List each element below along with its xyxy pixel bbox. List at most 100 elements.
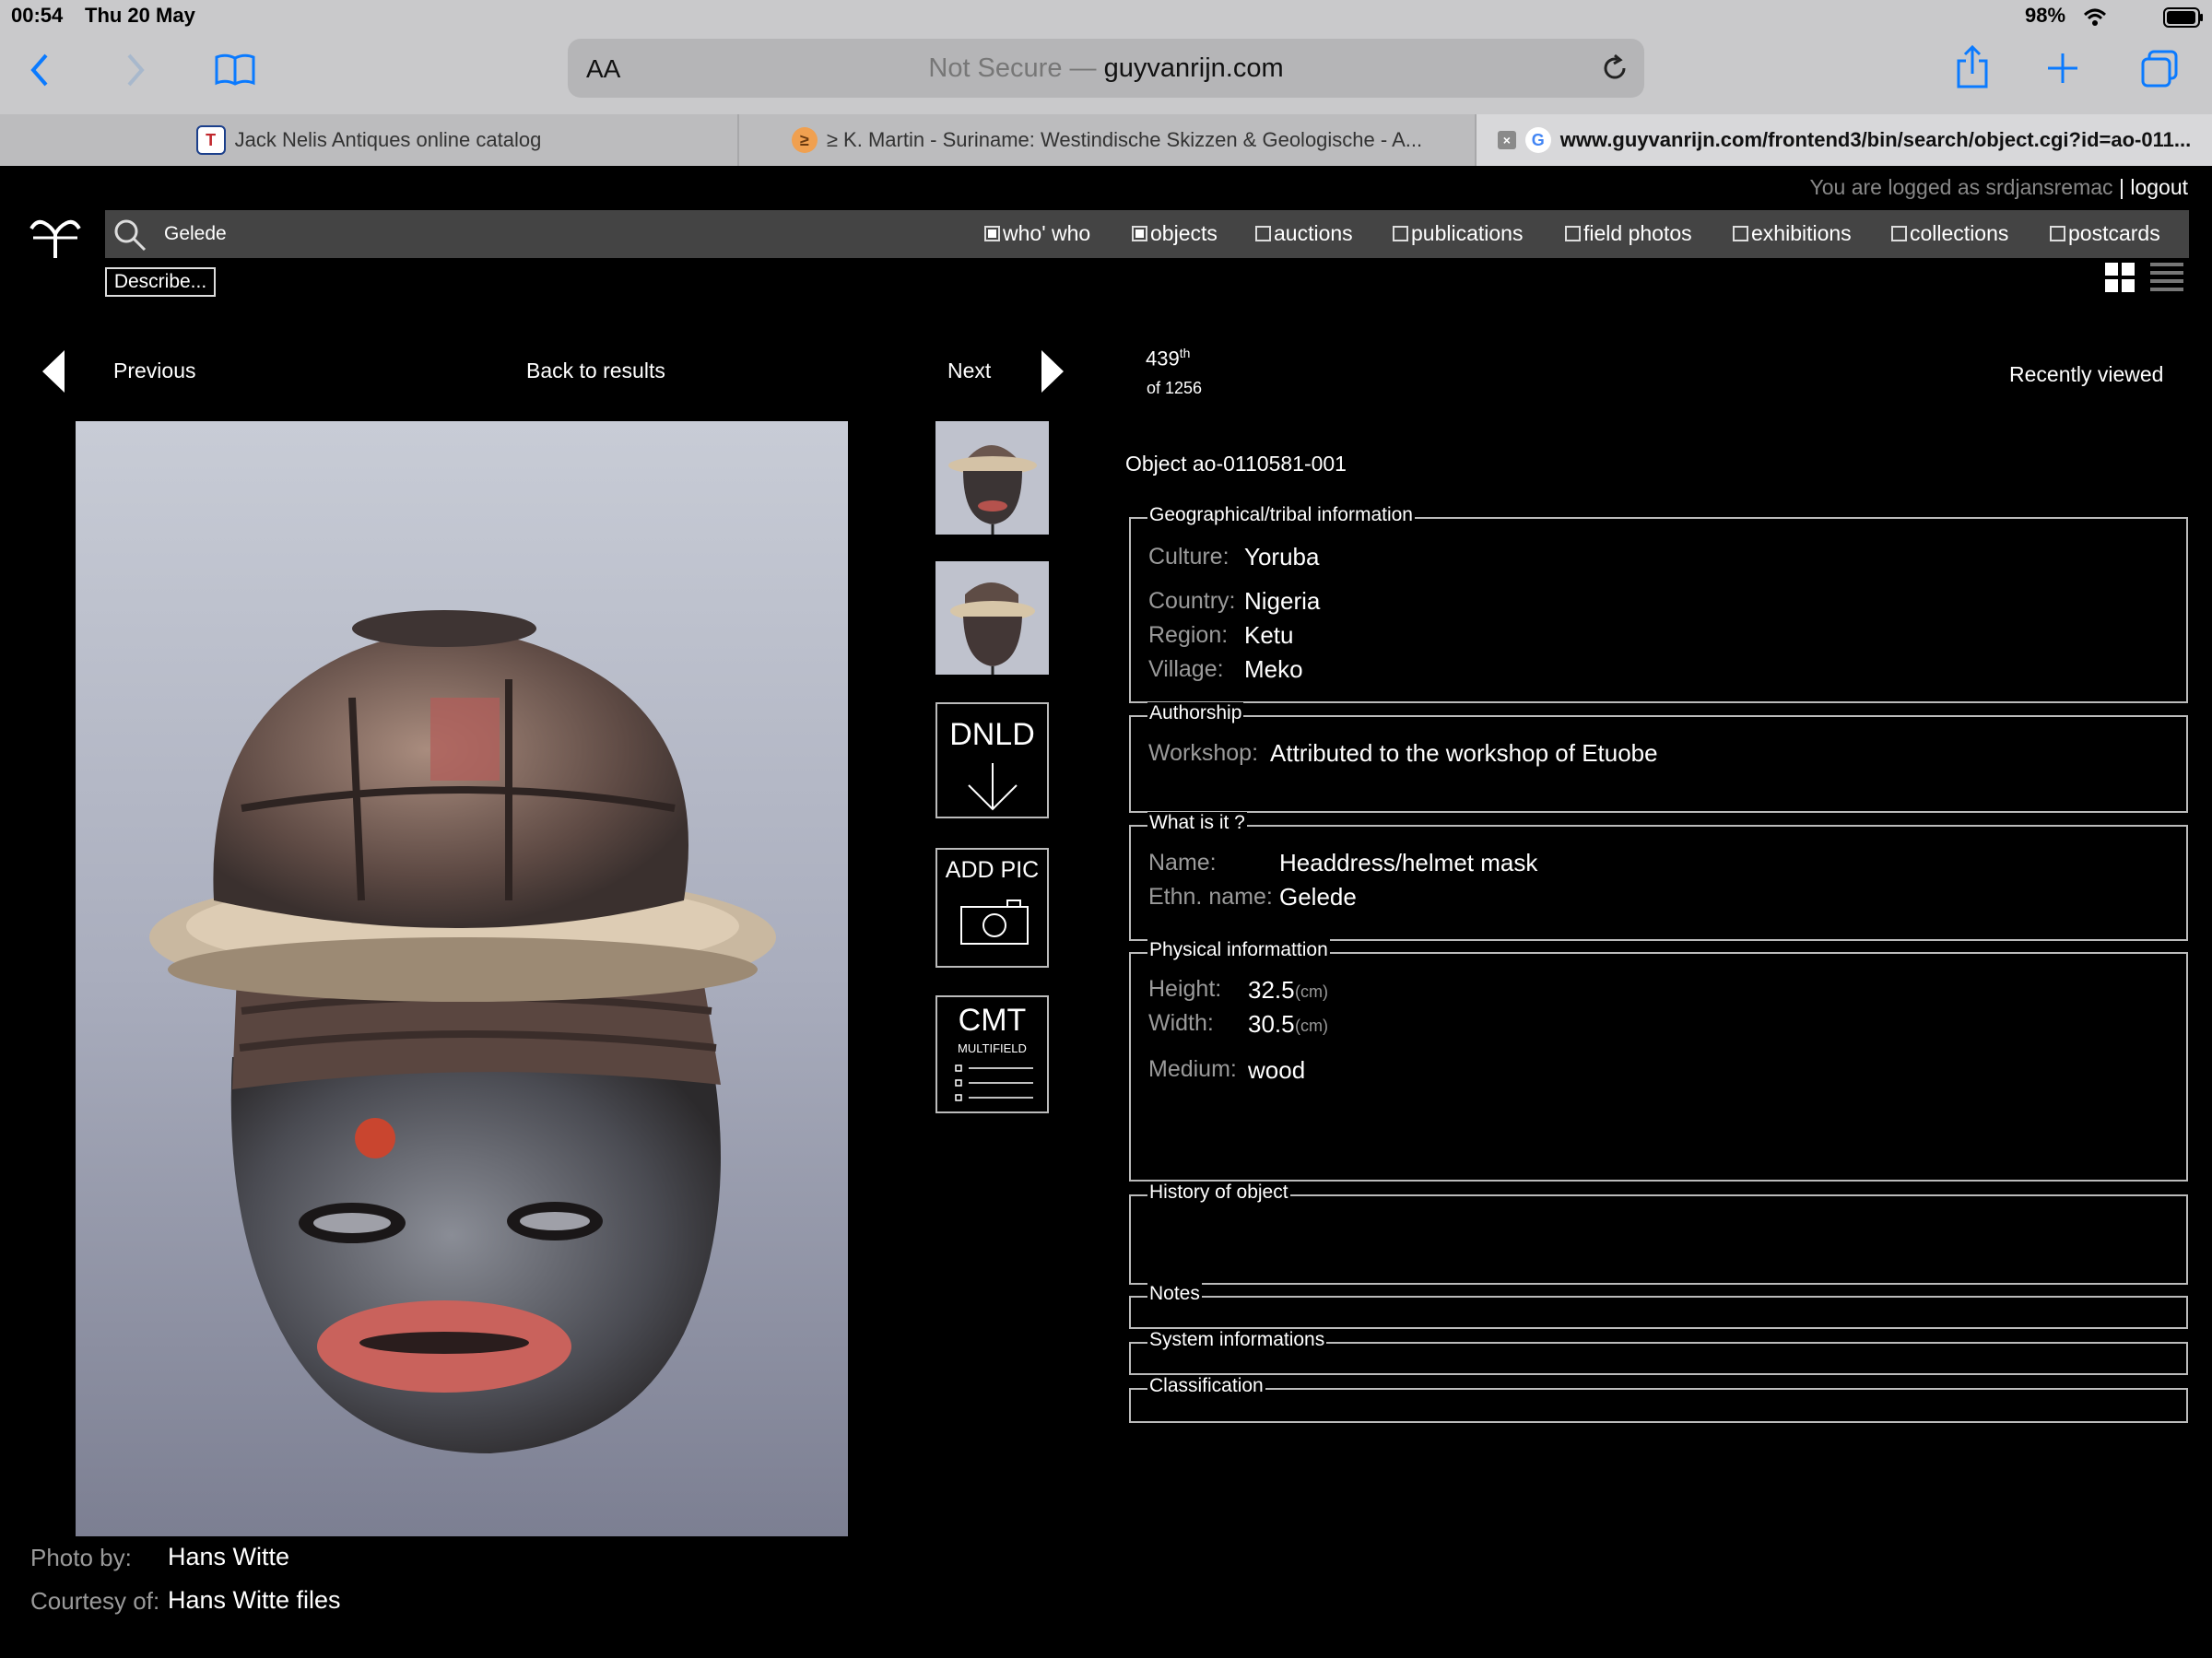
tabs-icon[interactable] — [2140, 50, 2179, 88]
camera-icon — [960, 900, 1029, 945]
width-unit: (cm) — [1295, 1017, 1328, 1035]
back-to-results-link[interactable]: Back to results — [526, 359, 665, 383]
geographical-section: Geographical/tribal information Culture:… — [1129, 504, 2188, 703]
tab-favicon-icon: G — [1524, 127, 1551, 153]
filter-label: collections — [1910, 221, 2009, 245]
filter-label: field photos — [1583, 221, 1692, 245]
logout-link[interactable]: logout — [2130, 175, 2188, 199]
name-label: Name: — [1148, 850, 1217, 876]
photo-by-label: Photo by: — [30, 1544, 132, 1571]
previous-link[interactable]: Previous — [113, 359, 195, 383]
previous-arrow-icon[interactable] — [41, 348, 66, 394]
region-label: Region: — [1148, 622, 1229, 648]
next-link[interactable]: Next — [947, 359, 991, 383]
search-input[interactable] — [162, 219, 627, 249]
history-section: History of object — [1129, 1182, 2188, 1285]
classification-section[interactable]: Classification — [1129, 1375, 2188, 1423]
new-tab-icon[interactable] — [2046, 52, 2079, 85]
filter-whos-who[interactable]: who' who — [984, 221, 1090, 246]
courtesy-value[interactable]: Hans Witte files — [168, 1586, 341, 1615]
checkbox[interactable] — [1393, 226, 1408, 241]
photo-by-value[interactable]: Hans Witte — [168, 1543, 289, 1571]
share-icon[interactable] — [1954, 44, 1991, 90]
checkbox[interactable] — [2050, 226, 2065, 241]
tab-favicon-icon: ≥ — [791, 127, 818, 153]
filter-publications[interactable]: publications — [1393, 221, 1523, 246]
checkbox[interactable] — [1132, 226, 1147, 241]
browser-tab[interactable]: T Jack Nelis Antiques online catalog — [0, 114, 739, 166]
describe-button[interactable]: Describe... — [105, 267, 216, 297]
section-legend: Geographical/tribal information — [1147, 504, 1415, 526]
notes-section[interactable]: Notes — [1129, 1283, 2188, 1329]
country-value[interactable]: Nigeria — [1244, 587, 1320, 616]
checkbox[interactable] — [1565, 226, 1581, 241]
filter-auctions[interactable]: auctions — [1255, 221, 1353, 246]
filter-label: publications — [1411, 221, 1524, 245]
section-legend: Physical informattion — [1147, 939, 1330, 961]
checkbox[interactable] — [1891, 226, 1907, 241]
village-value[interactable]: Meko — [1244, 655, 1303, 684]
region-value[interactable]: Ketu — [1244, 621, 1294, 650]
filter-field-photos[interactable]: field photos — [1565, 221, 1692, 246]
status-bar: 00:54 Thu 20 May 98% — [0, 0, 2212, 37]
url-display[interactable]: Not Secure — guyvanrijn.com — [568, 53, 1644, 84]
section-legend: Authorship — [1147, 702, 1244, 724]
checkbox[interactable] — [1255, 226, 1271, 241]
browser-tab[interactable]: ≥ ≥ K. Martin - Suriname: Westindische S… — [739, 114, 1477, 166]
forward-icon[interactable] — [124, 52, 147, 88]
back-icon[interactable] — [28, 52, 52, 88]
list-view-icon[interactable] — [2150, 262, 2183, 293]
height-label: Height: — [1148, 976, 1222, 1002]
thumbnail-2[interactable] — [935, 561, 1049, 675]
filter-label: who' who — [1003, 221, 1091, 245]
filter-label: postcards — [2068, 221, 2160, 245]
height-value[interactable]: 32.5 — [1248, 976, 1295, 1005]
medium-value[interactable]: wood — [1248, 1056, 1305, 1085]
grid-view-icon[interactable] — [2104, 262, 2136, 293]
download-arrow-icon — [968, 763, 1018, 811]
ethn-name-value[interactable]: Gelede — [1279, 883, 1357, 911]
thumbnail-image — [935, 421, 1049, 535]
browser-tab-active[interactable]: × G www.guyvanrijn.com/frontend3/bin/sea… — [1477, 114, 2212, 166]
culture-value[interactable]: Yoruba — [1244, 543, 1319, 571]
checkbox[interactable] — [984, 226, 1000, 241]
tab-favicon-icon: T — [195, 125, 226, 155]
thumbnail-image — [935, 561, 1049, 675]
tab-title: ≥ K. Martin - Suriname: Westindische Ski… — [826, 128, 1423, 151]
status-date: Thu 20 May — [85, 4, 195, 27]
status-time: 00:54 — [11, 4, 64, 27]
filter-collections[interactable]: collections — [1891, 221, 2008, 246]
reload-icon[interactable] — [1600, 53, 1630, 83]
culture-label: Culture: — [1148, 544, 1230, 570]
add-picture-button[interactable]: ADD PIC — [935, 848, 1049, 968]
what-is-it-section: What is it ? Name: Headdress/helmet mask… — [1129, 812, 2188, 941]
site-logo-icon[interactable] — [28, 216, 83, 262]
recently-viewed-link[interactable]: Recently viewed — [2009, 362, 2163, 387]
add-picture-label: ADD PIC — [945, 857, 1040, 883]
checkbox[interactable] — [1733, 226, 1748, 241]
download-label: DNLD — [949, 717, 1035, 752]
bookmarks-icon[interactable] — [214, 53, 256, 87]
village-label: Village: — [1148, 656, 1224, 682]
address-bar[interactable]: AA Not Secure — guyvanrijn.com — [568, 39, 1644, 98]
physical-section: Physical informattion Height: 32.5 (cm) … — [1129, 939, 2188, 1182]
name-value[interactable]: Headdress/helmet mask — [1279, 849, 1537, 877]
tab-bar: T Jack Nelis Antiques online catalog ≥ ≥… — [0, 114, 2212, 166]
filter-exhibitions[interactable]: exhibitions — [1733, 221, 1852, 246]
width-value[interactable]: 30.5 — [1248, 1010, 1295, 1039]
object-photo[interactable] — [76, 421, 848, 1536]
courtesy-label: Courtesy of: — [30, 1587, 160, 1615]
security-label: Not Secure — — [928, 53, 1097, 83]
next-arrow-icon[interactable] — [1040, 348, 1065, 394]
login-text: You are logged as srdjansremac — [1809, 175, 2113, 199]
thumbnail-1[interactable] — [935, 421, 1049, 535]
comment-button[interactable]: CMT MULTIFIELD — [935, 995, 1049, 1113]
system-informations-section[interactable]: System informations — [1129, 1329, 2188, 1375]
workshop-value[interactable]: Attributed to the workshop of Etuobe — [1270, 739, 1658, 768]
download-button[interactable]: DNLD — [935, 702, 1049, 818]
workshop-label: Workshop: — [1148, 740, 1259, 766]
close-tab-icon[interactable]: × — [1497, 131, 1516, 149]
filter-postcards[interactable]: postcards — [2050, 221, 2160, 246]
filter-objects[interactable]: objects — [1132, 221, 1218, 246]
search-icon[interactable] — [112, 218, 147, 253]
